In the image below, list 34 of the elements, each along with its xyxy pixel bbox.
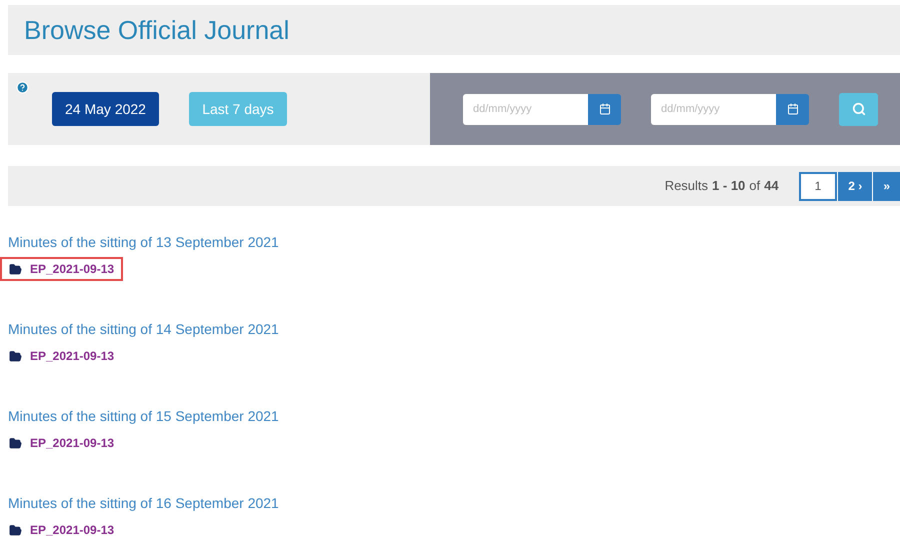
page-title: Browse Official Journal <box>24 14 290 46</box>
minutes-link[interactable]: Minutes of the sitting of 16 September 2021 <box>8 493 279 514</box>
file-name: EP_2021-09-13 <box>30 261 114 278</box>
folder-icon <box>9 524 22 536</box>
calendar-button[interactable] <box>776 94 809 124</box>
file-link[interactable]: EP_2021-09-13 <box>0 344 124 368</box>
help-icon[interactable] <box>16 81 29 94</box>
date-input[interactable]: dd/mm/yyyy <box>651 94 776 124</box>
minutes-link[interactable]: Minutes of the sitting of 14 September 2021 <box>8 319 279 340</box>
calendar-icon <box>598 103 610 115</box>
file-name: EP_2021-09-13 <box>30 348 114 365</box>
search-icon <box>852 102 866 116</box>
folder-icon <box>9 436 22 450</box>
date-button[interactable]: 24 May 2022 <box>52 92 159 126</box>
folder-icon <box>9 262 22 276</box>
file-link[interactable]: EP_2021-09-13 <box>0 518 124 540</box>
calendar-button[interactable] <box>588 94 621 124</box>
results-label: Results <box>664 177 708 196</box>
minutes-link[interactable]: Minutes of the sitting of 13 September 2021 <box>8 232 279 253</box>
results-of: of <box>749 177 760 196</box>
search-button[interactable] <box>839 92 878 126</box>
results-range: 1 - 10 <box>712 177 746 196</box>
file-link[interactable]: EP_2021-09-13 <box>0 257 124 281</box>
results-total: 44 <box>764 177 779 196</box>
page-button[interactable]: 2 › <box>837 172 872 200</box>
page-button[interactable]: 1 <box>798 172 838 200</box>
file-link[interactable]: EP_2021-09-13 <box>0 431 124 455</box>
minutes-link[interactable]: Minutes of the sitting of 15 September 2021 <box>8 406 279 427</box>
calendar-icon <box>786 103 798 115</box>
folder-icon <box>9 350 22 362</box>
file-name: EP_2021-09-13 <box>30 435 114 452</box>
file-name: EP_2021-09-13 <box>30 522 114 539</box>
page-button[interactable]: » <box>872 172 900 200</box>
date-input[interactable]: dd/mm/yyyy <box>463 94 588 124</box>
